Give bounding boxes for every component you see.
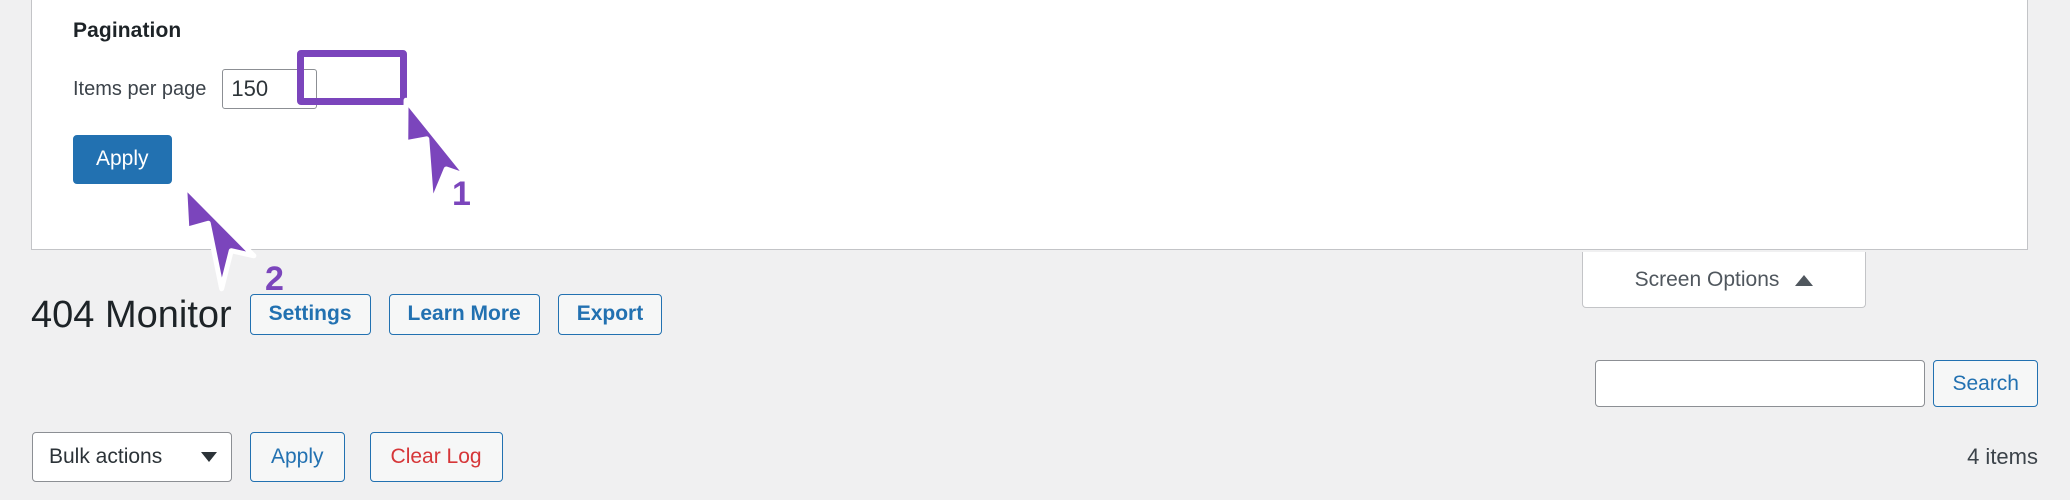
bulk-actions-select[interactable]: Bulk actions — [32, 432, 232, 482]
learn-more-button[interactable]: Learn More — [388, 294, 540, 335]
bulk-apply-button[interactable]: Apply — [250, 432, 345, 482]
items-per-page-input[interactable] — [222, 69, 318, 109]
screen-options-tab-label: Screen Options — [1634, 267, 1780, 291]
items-count-label: 4 items — [1967, 444, 2038, 469]
screen-options-tab[interactable]: Screen Options — [1582, 252, 1866, 308]
pagination-heading: Pagination — [73, 19, 182, 42]
screen-options-apply-button[interactable]: Apply — [73, 135, 172, 184]
screen-options-panel: Pagination Items per page Apply — [31, 0, 2028, 250]
export-button[interactable]: Export — [557, 294, 663, 335]
caret-up-icon — [1795, 274, 1814, 286]
settings-button[interactable]: Settings — [249, 294, 371, 335]
bulk-actions-select-value: Bulk actions — [49, 445, 163, 468]
search-button[interactable]: Search — [1933, 360, 2038, 407]
clear-log-button[interactable]: Clear Log — [369, 432, 503, 482]
page-title: 404 Monitor — [31, 293, 232, 336]
search-input[interactable] — [1595, 360, 1926, 407]
items-per-page-label: Items per page — [73, 77, 207, 100]
search-row: Search — [1595, 360, 2038, 407]
chevron-down-icon — [201, 452, 217, 462]
bulk-actions-row: Bulk actions Apply Clear Log — [32, 432, 503, 482]
page-header: 404 Monitor Settings Learn More Export — [31, 293, 663, 336]
screen-options-panel-body: Pagination Items per page Apply — [32, 0, 2027, 184]
items-per-page-row: Items per page — [73, 69, 2027, 109]
screenshot-root: Pagination Items per page Apply Screen O… — [0, 0, 2070, 500]
